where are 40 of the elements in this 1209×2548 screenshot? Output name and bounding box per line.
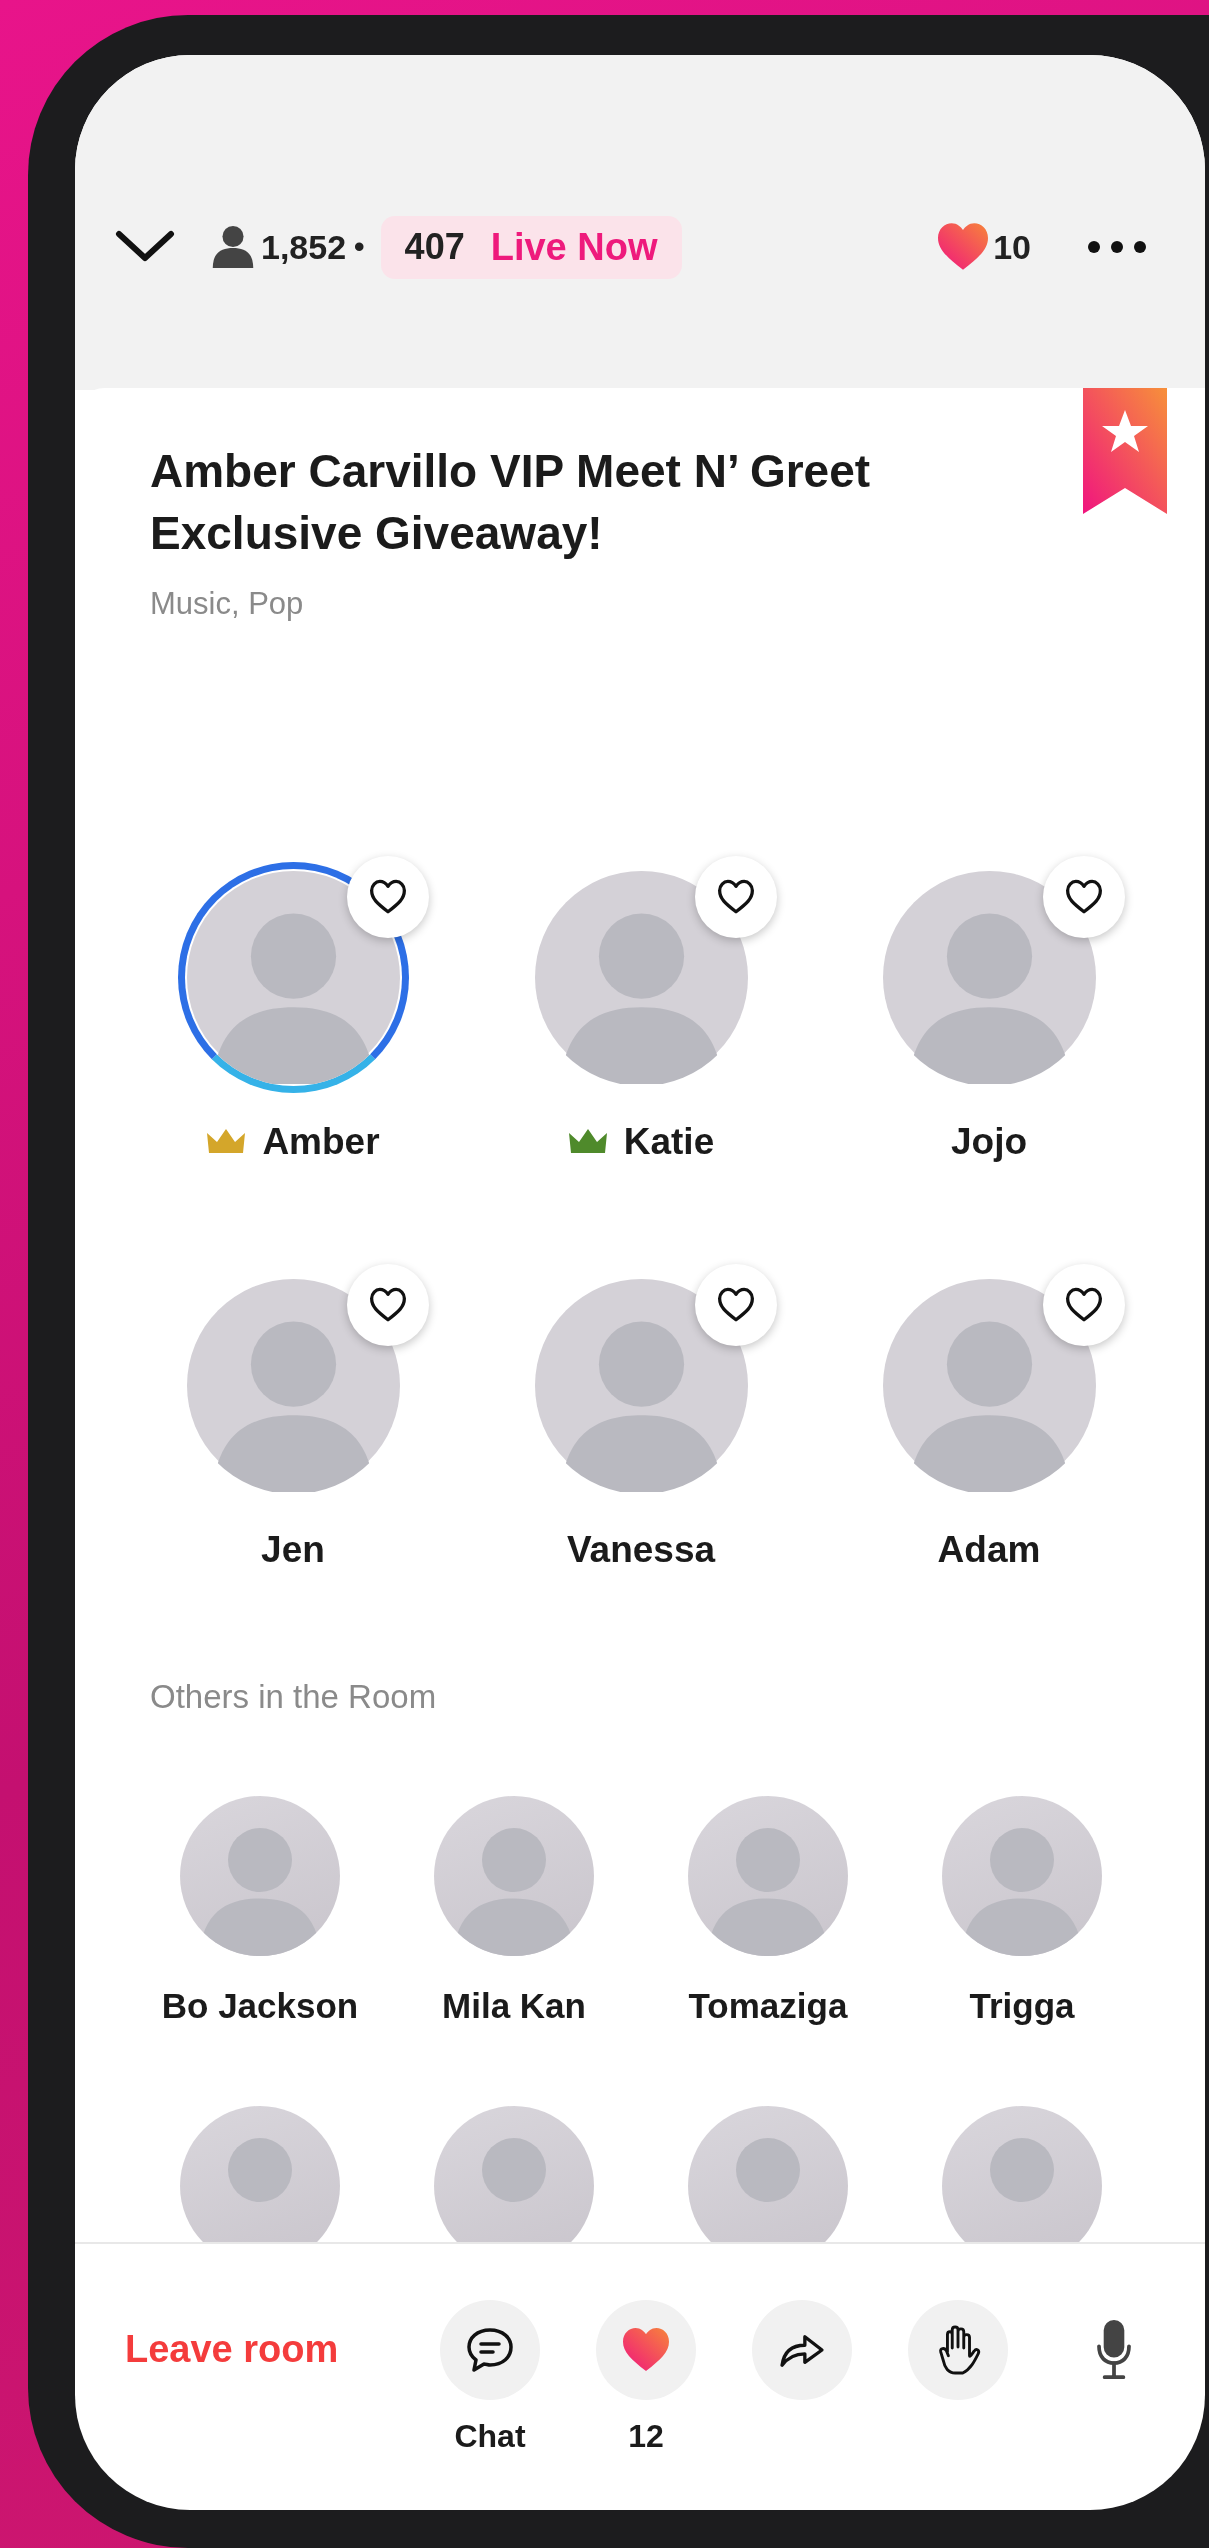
heart-outline-icon — [715, 1287, 756, 1323]
section-heading: Others in the Room — [150, 1678, 438, 1716]
more-icon[interactable] — [1087, 240, 1147, 254]
separator-dot: • — [354, 230, 365, 264]
heart-outline-icon — [1063, 1287, 1104, 1323]
listener-name: Bo Jackson — [161, 1986, 359, 2026]
event-categories: Music, Pop — [150, 586, 305, 622]
favorite-button[interactable] — [694, 856, 777, 938]
heart-icon — [620, 2327, 672, 2373]
favorite-button[interactable] — [346, 856, 429, 938]
heart-outline-icon — [367, 879, 408, 915]
listener-name: Mila Kan — [442, 1986, 586, 2026]
speaker-name: Adam — [937, 1529, 1041, 1571]
action-label: 12 — [628, 2418, 664, 2455]
event-title: Amber Carvillo VIP Meet N’ Greet Exclusive Giveaway! — [150, 444, 872, 561]
favorite-button[interactable] — [694, 1264, 777, 1346]
person-icon — [211, 224, 255, 270]
like-count: 10 — [993, 227, 1031, 267]
heart-outline-icon — [1063, 879, 1104, 915]
live-count: 407 — [404, 226, 465, 268]
favorite-button[interactable] — [1042, 1264, 1125, 1346]
live-label: Live Now — [490, 225, 658, 269]
bookmark-star-icon[interactable] — [1083, 388, 1167, 514]
favorite-button[interactable] — [346, 1264, 429, 1346]
heart-outline-icon — [367, 1287, 408, 1323]
heart-outline-icon — [715, 879, 756, 915]
action-label: Chat — [454, 2418, 526, 2455]
viewer-count: 1,852 — [261, 227, 347, 267]
leave-room-button[interactable]: Leave room — [125, 2328, 439, 2371]
listener-name: Tomaziga — [688, 1986, 848, 2026]
speaker-name: Jen — [261, 1529, 325, 1571]
favorite-button[interactable] — [1042, 856, 1125, 938]
chevron-down-icon[interactable] — [115, 230, 175, 264]
speaker-name: Jojo — [950, 1121, 1028, 1163]
chat-icon — [465, 2326, 515, 2374]
speaker-name: Vanessa — [566, 1529, 716, 1571]
speaker-name: Katie — [623, 1121, 715, 1163]
microphone-icon[interactable] — [1095, 2320, 1133, 2380]
listener-name: Trigga — [969, 1986, 1075, 2026]
speaker-name: Amber — [262, 1121, 380, 1163]
